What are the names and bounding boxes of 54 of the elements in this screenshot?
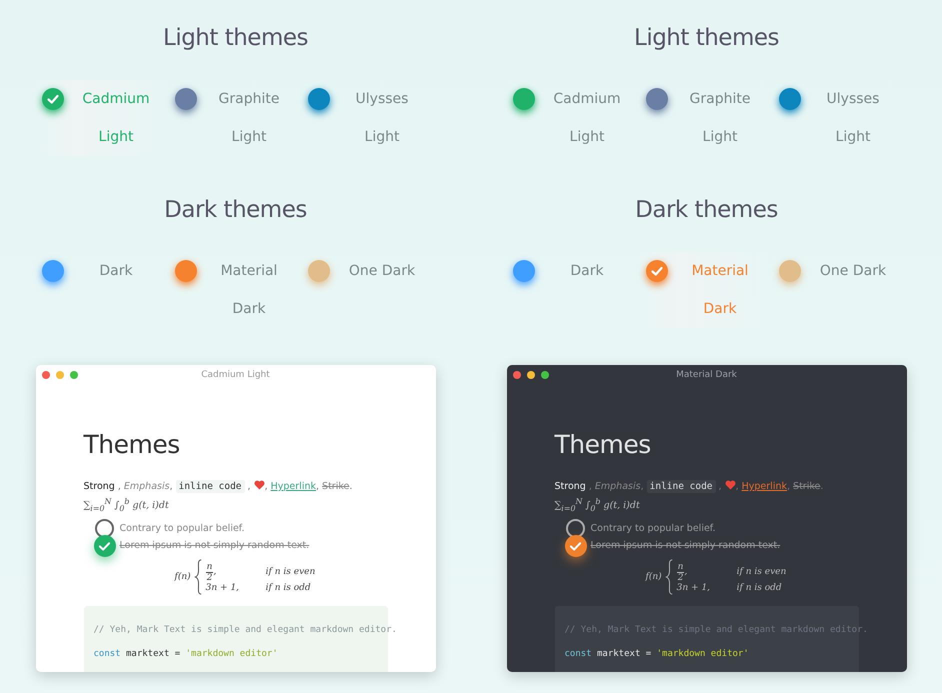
theme-option[interactable]: Ulysses Light (302, 80, 435, 156)
math-formula: ∑$_{i=0}$$^{N}$ ∫$_{0}$$^{b}$ g(t, i)dt (84, 496, 170, 516)
math-formula: ∑$_{i=0}$$^{N}$ ∫$_{0}$$^{b}$ g(t, i)dt (554, 496, 641, 516)
heart-icon (254, 480, 265, 490)
theme-option[interactable]: One Dark (773, 252, 906, 328)
hyperlink[interactable]: Hyperlink (270, 481, 316, 492)
task-text: Lorem ipsum is not simply random text. (120, 540, 310, 552)
theme-option[interactable]: Cadmium Light (507, 80, 640, 156)
section-title: Light themes (163, 24, 308, 53)
section-title: Dark themes (164, 196, 307, 225)
case-expression: 3n + 1, (206, 582, 240, 593)
code-line: // Yeh, Mark Text is simple and elegant markdown editor. (94, 624, 397, 638)
zoom-dot[interactable] (540, 371, 548, 379)
section-title: Dark themes (635, 196, 778, 225)
theme-option[interactable]: Ulysses Light (773, 80, 906, 156)
task-text: Lorem ipsum is not simply random text. (590, 540, 780, 552)
close-dot[interactable] (512, 371, 520, 379)
minimize-dot[interactable] (56, 371, 64, 379)
task-checkbox[interactable] (564, 535, 586, 558)
minimize-dot[interactable] (526, 371, 534, 379)
theme-option[interactable]: Dark (36, 252, 169, 328)
case-expression: 3n + 1, (676, 582, 712, 593)
formatting-sample: Strong , Emphasis, inline code , , Hyperlink, Strike. (554, 479, 824, 495)
code-line: // Yeh, Mark Text is simple and elegant markdown editor. (564, 624, 868, 638)
case-condition: if n is odd (266, 582, 311, 593)
task-text: Contrary to popular belief. (590, 523, 716, 534)
theme-option[interactable]: Graphite Light (169, 80, 302, 156)
section-title: Light themes (634, 24, 779, 53)
case-condition: if n is even (266, 567, 316, 578)
document-heading: Themes (84, 430, 181, 460)
code-line: const marktext = 'markdown editor' (564, 648, 749, 662)
window-title: Material Dark (676, 370, 737, 380)
heart-icon (724, 480, 736, 490)
document-heading: Themes (554, 430, 652, 460)
window-title: Cadmium Light (201, 370, 270, 380)
theme-option[interactable]: Material Dark (169, 252, 302, 328)
code-line: const marktext = 'markdown editor' (94, 648, 278, 662)
formatting-sample: Strong , Emphasis, inline code , , Hyperlink, Strike. (84, 479, 354, 495)
case-condition: if n is even (736, 567, 786, 578)
brace-icon (194, 558, 203, 596)
close-dot[interactable] (42, 371, 50, 379)
hyperlink[interactable]: Hyperlink (742, 481, 787, 492)
theme-option[interactable]: Graphite Light (640, 80, 773, 156)
case-condition: if n is odd (736, 582, 782, 593)
checkmark-icon (99, 542, 110, 551)
zoom-dot[interactable] (70, 371, 78, 379)
theme-option[interactable]: Dark (507, 252, 640, 328)
checkmark-icon (570, 542, 581, 551)
brace-icon (664, 558, 674, 596)
task-text: Contrary to popular belief. (120, 523, 244, 534)
formula-function: f(n) (174, 572, 191, 582)
formula-function: f(n) (646, 572, 662, 582)
task-checkbox[interactable] (94, 535, 116, 558)
theme-option[interactable]: One Dark (302, 252, 435, 328)
